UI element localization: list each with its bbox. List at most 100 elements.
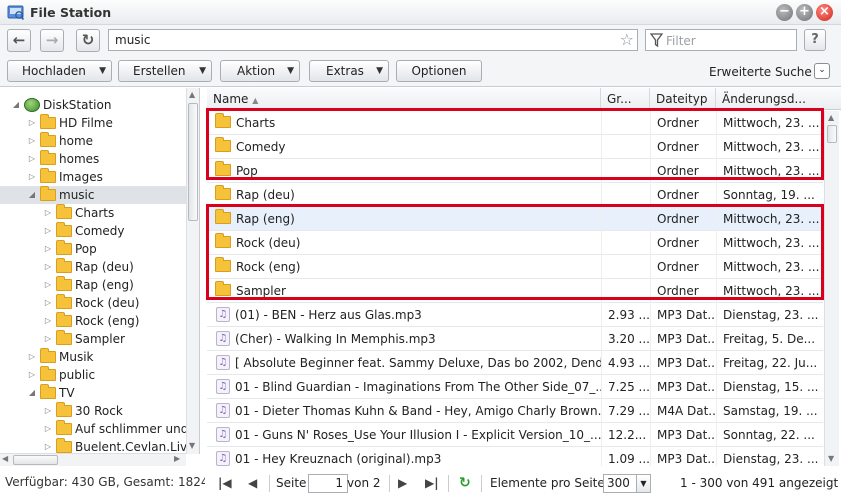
close-button[interactable]: × [816, 4, 833, 21]
create-button[interactable]: Erstellen ▼ [118, 60, 212, 82]
reload-icon[interactable]: ↻ [459, 471, 471, 495]
file-row[interactable]: ♫ [ Absolute Beginner feat. Sammy Deluxe,… [207, 351, 823, 375]
tree-node[interactable]: ◢ TV [0, 384, 186, 402]
path-field[interactable]: music ☆ [108, 29, 638, 51]
upload-button[interactable]: Hochladen ▼ [7, 60, 112, 82]
prev-page-icon[interactable]: ◀ [248, 471, 257, 495]
cell-modified-text: Samstag, 19. ... [723, 404, 818, 418]
header-name[interactable]: Name ▲ [207, 88, 601, 110]
file-row[interactable]: ♫ 01 - Hey Kreuznach (original).mp3 1.09 .… [207, 447, 823, 466]
cell-size-text: 7.25 ... [608, 380, 650, 394]
scroll-up-icon[interactable]: ▲ [189, 90, 195, 99]
tree-node[interactable]: ▷ homes [0, 150, 186, 168]
tree-node[interactable]: ▷ Pop [0, 240, 186, 258]
tree-node[interactable]: ▷ Rock (deu) [0, 294, 186, 312]
tree-node[interactable]: ▷ home [0, 132, 186, 150]
expander-icon[interactable]: ▷ [42, 294, 54, 312]
tree-scrollbar[interactable]: ▲ ▼ [186, 88, 199, 454]
forward-button[interactable]: → [40, 29, 64, 52]
tree-node[interactable]: ▷ Images [0, 168, 186, 186]
range-text: 1 - 300 von 491 angezeigt [680, 476, 839, 490]
cell-size-text: 2.93 ... [608, 308, 650, 322]
help-button[interactable]: ? [804, 29, 826, 51]
scroll-down-icon[interactable]: ▼ [189, 441, 195, 450]
maximize-button[interactable]: + [796, 4, 813, 21]
tree-node-label: public [59, 368, 96, 382]
folder-open-icon [40, 384, 56, 399]
tree-node-label: Rap (eng) [75, 278, 134, 292]
file-row[interactable]: ♫ 01 - Dieter Thomas Kuhn & Band - Hey, A… [207, 399, 823, 423]
expander-icon[interactable]: ▷ [26, 168, 38, 186]
cell-size: 7.25 ... [601, 375, 650, 399]
filter-input[interactable]: Filter [645, 29, 797, 51]
file-row[interactable]: ♫ 01 - Blind Guardian - Imaginations From… [207, 375, 823, 399]
expander-icon[interactable]: ◢ [10, 96, 22, 114]
tree-node[interactable]: ▷ Charts [0, 204, 186, 222]
refresh-button[interactable]: ↻ [76, 29, 100, 52]
advanced-search-label[interactable]: Erweiterte Suche [709, 65, 812, 79]
file-row[interactable]: ♫ (Cher) - Walking In Memphis.mp3 3.20 ...… [207, 327, 823, 351]
expander-icon[interactable]: ▷ [42, 330, 54, 348]
first-page-icon[interactable]: |◀ [218, 471, 232, 495]
header-type[interactable]: Dateityp [650, 88, 716, 110]
expander-icon[interactable]: ▷ [26, 348, 38, 366]
expander-icon[interactable]: ◢ [26, 186, 38, 204]
cell-size-text: 3.20 ... [608, 332, 650, 346]
expander-icon[interactable]: ▷ [42, 204, 54, 222]
tree-node[interactable]: ▷ public [0, 366, 186, 384]
per-page-select[interactable]: 300 ▼ [603, 474, 651, 493]
expander-icon[interactable]: ▷ [26, 150, 38, 168]
expander-icon[interactable]: ▷ [26, 114, 38, 132]
grid-scrollbar[interactable]: ▲ ▼ [824, 111, 839, 466]
tree-node[interactable]: ◢ music [0, 186, 186, 204]
star-icon[interactable]: ☆ [620, 30, 634, 49]
tree-horizontal-scrollbar[interactable]: ◀ ▶ [0, 453, 186, 466]
back-button[interactable]: ← [7, 29, 31, 52]
expander-icon[interactable]: ▷ [42, 222, 54, 240]
tree-node[interactable]: ▷ Comedy [0, 222, 186, 240]
tree-node[interactable]: ▷ Rap (deu) [0, 258, 186, 276]
header-modified[interactable]: Änderungsd... [716, 88, 824, 110]
scroll-left-icon[interactable]: ◀ [2, 454, 8, 463]
header-size[interactable]: Gr... [601, 88, 650, 110]
tree-scroll-thumb[interactable] [188, 103, 198, 221]
tree-node[interactable]: ◢ DiskStation [0, 96, 186, 114]
last-page-icon[interactable]: ▶| [425, 471, 439, 495]
expander-icon[interactable]: ▷ [42, 276, 54, 294]
tree-node[interactable]: ▷ Auf schlimmer und e [0, 420, 199, 438]
scroll-up-icon[interactable]: ▲ [828, 113, 834, 122]
scroll-right-icon[interactable]: ▶ [174, 454, 180, 463]
grid-scroll-thumb[interactable] [827, 125, 837, 143]
tree-node[interactable]: ▷ 30 Rock [0, 402, 186, 420]
tree-node[interactable]: ▷ Buelent.Cevlan.Live [0, 438, 195, 454]
tree-node-label: Comedy [75, 224, 125, 238]
expander-icon[interactable]: ▷ [42, 312, 54, 330]
tree-node[interactable]: ▷ Rock (eng) [0, 312, 186, 330]
expander-icon[interactable]: ▷ [42, 438, 54, 454]
extras-label: Extras [326, 64, 364, 78]
file-row[interactable]: ♫ (01) - BEN - Herz aus Glas.mp3 2.93 ... M… [207, 303, 823, 327]
extras-button[interactable]: Extras ▼ [309, 60, 389, 82]
expand-search-icon[interactable]: ⌄ [814, 63, 830, 79]
expander-icon[interactable]: ▷ [42, 240, 54, 258]
music-file-icon: ♫ [216, 427, 230, 442]
tree-node[interactable]: ▷ Sampler [0, 330, 186, 348]
tree-node[interactable]: ▷ HD Filme [0, 114, 186, 132]
scroll-down-icon[interactable]: ▼ [828, 454, 834, 463]
tree-node[interactable]: ▷ Musik [0, 348, 186, 366]
page-input[interactable]: 1 [308, 474, 348, 493]
expander-icon[interactable]: ▷ [26, 132, 38, 150]
action-button[interactable]: Aktion ▼ [220, 60, 300, 82]
expander-icon[interactable]: ▷ [42, 258, 54, 276]
minimize-button[interactable]: − [776, 4, 793, 21]
tree-hscroll-thumb[interactable] [13, 455, 58, 465]
next-page-icon[interactable]: ▶ [398, 471, 407, 495]
file-row[interactable]: ♫ 01 - Guns N' Roses_Use Your Illusion I … [207, 423, 823, 447]
expander-icon[interactable]: ▷ [42, 420, 54, 438]
tree-node[interactable]: ▷ Rap (eng) [0, 276, 186, 294]
options-button[interactable]: Optionen [396, 60, 482, 82]
expander-icon[interactable]: ▷ [42, 402, 54, 420]
chevron-down-icon[interactable]: ▼ [636, 475, 650, 492]
expander-icon[interactable]: ◢ [26, 384, 38, 402]
expander-icon[interactable]: ▷ [26, 366, 38, 384]
